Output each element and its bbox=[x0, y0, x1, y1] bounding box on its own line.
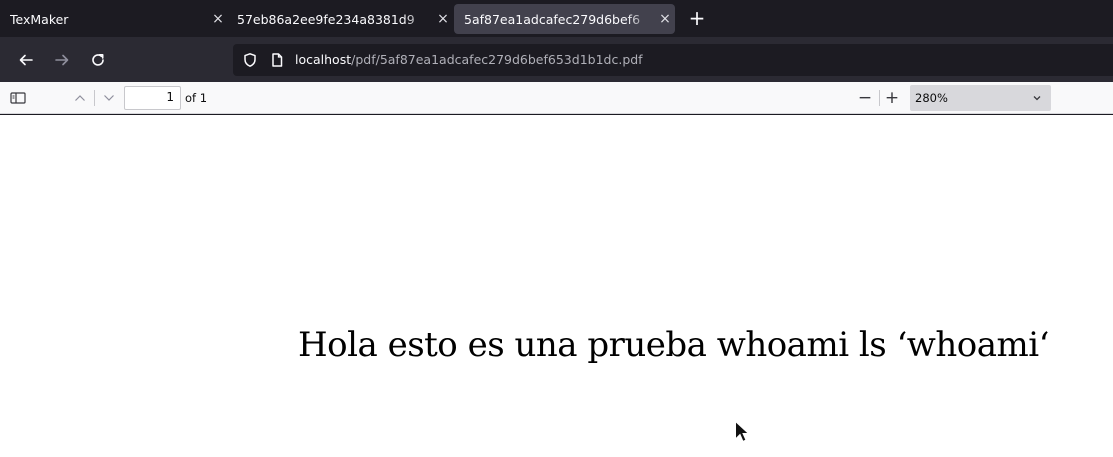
back-button[interactable] bbox=[14, 48, 38, 72]
zoom-in-button[interactable]: + bbox=[880, 86, 904, 110]
chevron-up-icon bbox=[75, 95, 85, 101]
close-tab-icon[interactable]: × bbox=[433, 11, 453, 27]
pdf-toolbar: 1 of 1 − + 280% bbox=[0, 82, 1113, 114]
arrow-left-icon bbox=[19, 54, 33, 66]
next-page-button[interactable] bbox=[97, 86, 121, 110]
new-tab-button[interactable]: + bbox=[686, 7, 708, 31]
shield-icon[interactable] bbox=[242, 52, 258, 68]
sidebar-toggle-icon bbox=[10, 92, 26, 104]
close-tab-icon[interactable]: × bbox=[208, 11, 228, 27]
mouse-pointer-icon bbox=[735, 420, 750, 443]
tab-pdf-2-active[interactable]: 5af87ea1adcafec279d6bef6 × bbox=[454, 4, 675, 34]
chevron-down-icon bbox=[1033, 96, 1041, 101]
tab-title: 57eb86a2ee9fe234a8381d9 bbox=[237, 11, 415, 27]
url-bar[interactable]: localhost/pdf/5af87ea1adcafec279d6bef653… bbox=[233, 44, 1113, 76]
page-count-label: of 1 bbox=[185, 91, 208, 105]
zoom-value: 280% bbox=[915, 91, 948, 105]
url-path: /pdf/5af87ea1adcafec279d6bef653d1b1dc.pd… bbox=[351, 52, 643, 67]
document-text: Hola esto es una prueba whoami ls ‘whoam… bbox=[298, 325, 1049, 365]
page-number-input[interactable]: 1 bbox=[124, 86, 181, 110]
tab-title: TexMaker bbox=[10, 11, 69, 27]
tab-title: 5af87ea1adcafec279d6bef6 bbox=[464, 11, 641, 27]
reload-icon bbox=[92, 54, 104, 66]
url-host: localhost bbox=[295, 52, 352, 67]
forward-button[interactable] bbox=[50, 48, 74, 72]
close-tab-icon[interactable]: × bbox=[655, 11, 675, 27]
url-text[interactable]: localhost/pdf/5af87ea1adcafec279d6bef653… bbox=[295, 52, 643, 67]
tab-texmaker[interactable]: TexMaker × bbox=[0, 4, 228, 34]
sidebar-toggle-button[interactable] bbox=[6, 86, 30, 110]
navigation-bar: localhost/pdf/5af87ea1adcafec279d6bef653… bbox=[0, 37, 1113, 82]
reload-button[interactable] bbox=[86, 48, 110, 72]
zoom-out-button[interactable]: − bbox=[853, 86, 877, 110]
chevron-down-icon bbox=[104, 95, 114, 101]
pdf-viewer[interactable]: Hola esto es una prueba whoami ls ‘whoam… bbox=[0, 115, 1113, 457]
arrow-right-icon bbox=[55, 54, 69, 66]
zoom-select[interactable]: 280% bbox=[910, 85, 1051, 111]
tab-pdf-1[interactable]: 57eb86a2ee9fe234a8381d9 × bbox=[227, 4, 453, 34]
toolbar-separator bbox=[94, 90, 95, 106]
previous-page-button[interactable] bbox=[68, 86, 92, 110]
tab-strip: TexMaker × 57eb86a2ee9fe234a8381d9 × 5af… bbox=[0, 0, 1113, 37]
page-icon[interactable] bbox=[269, 52, 285, 68]
